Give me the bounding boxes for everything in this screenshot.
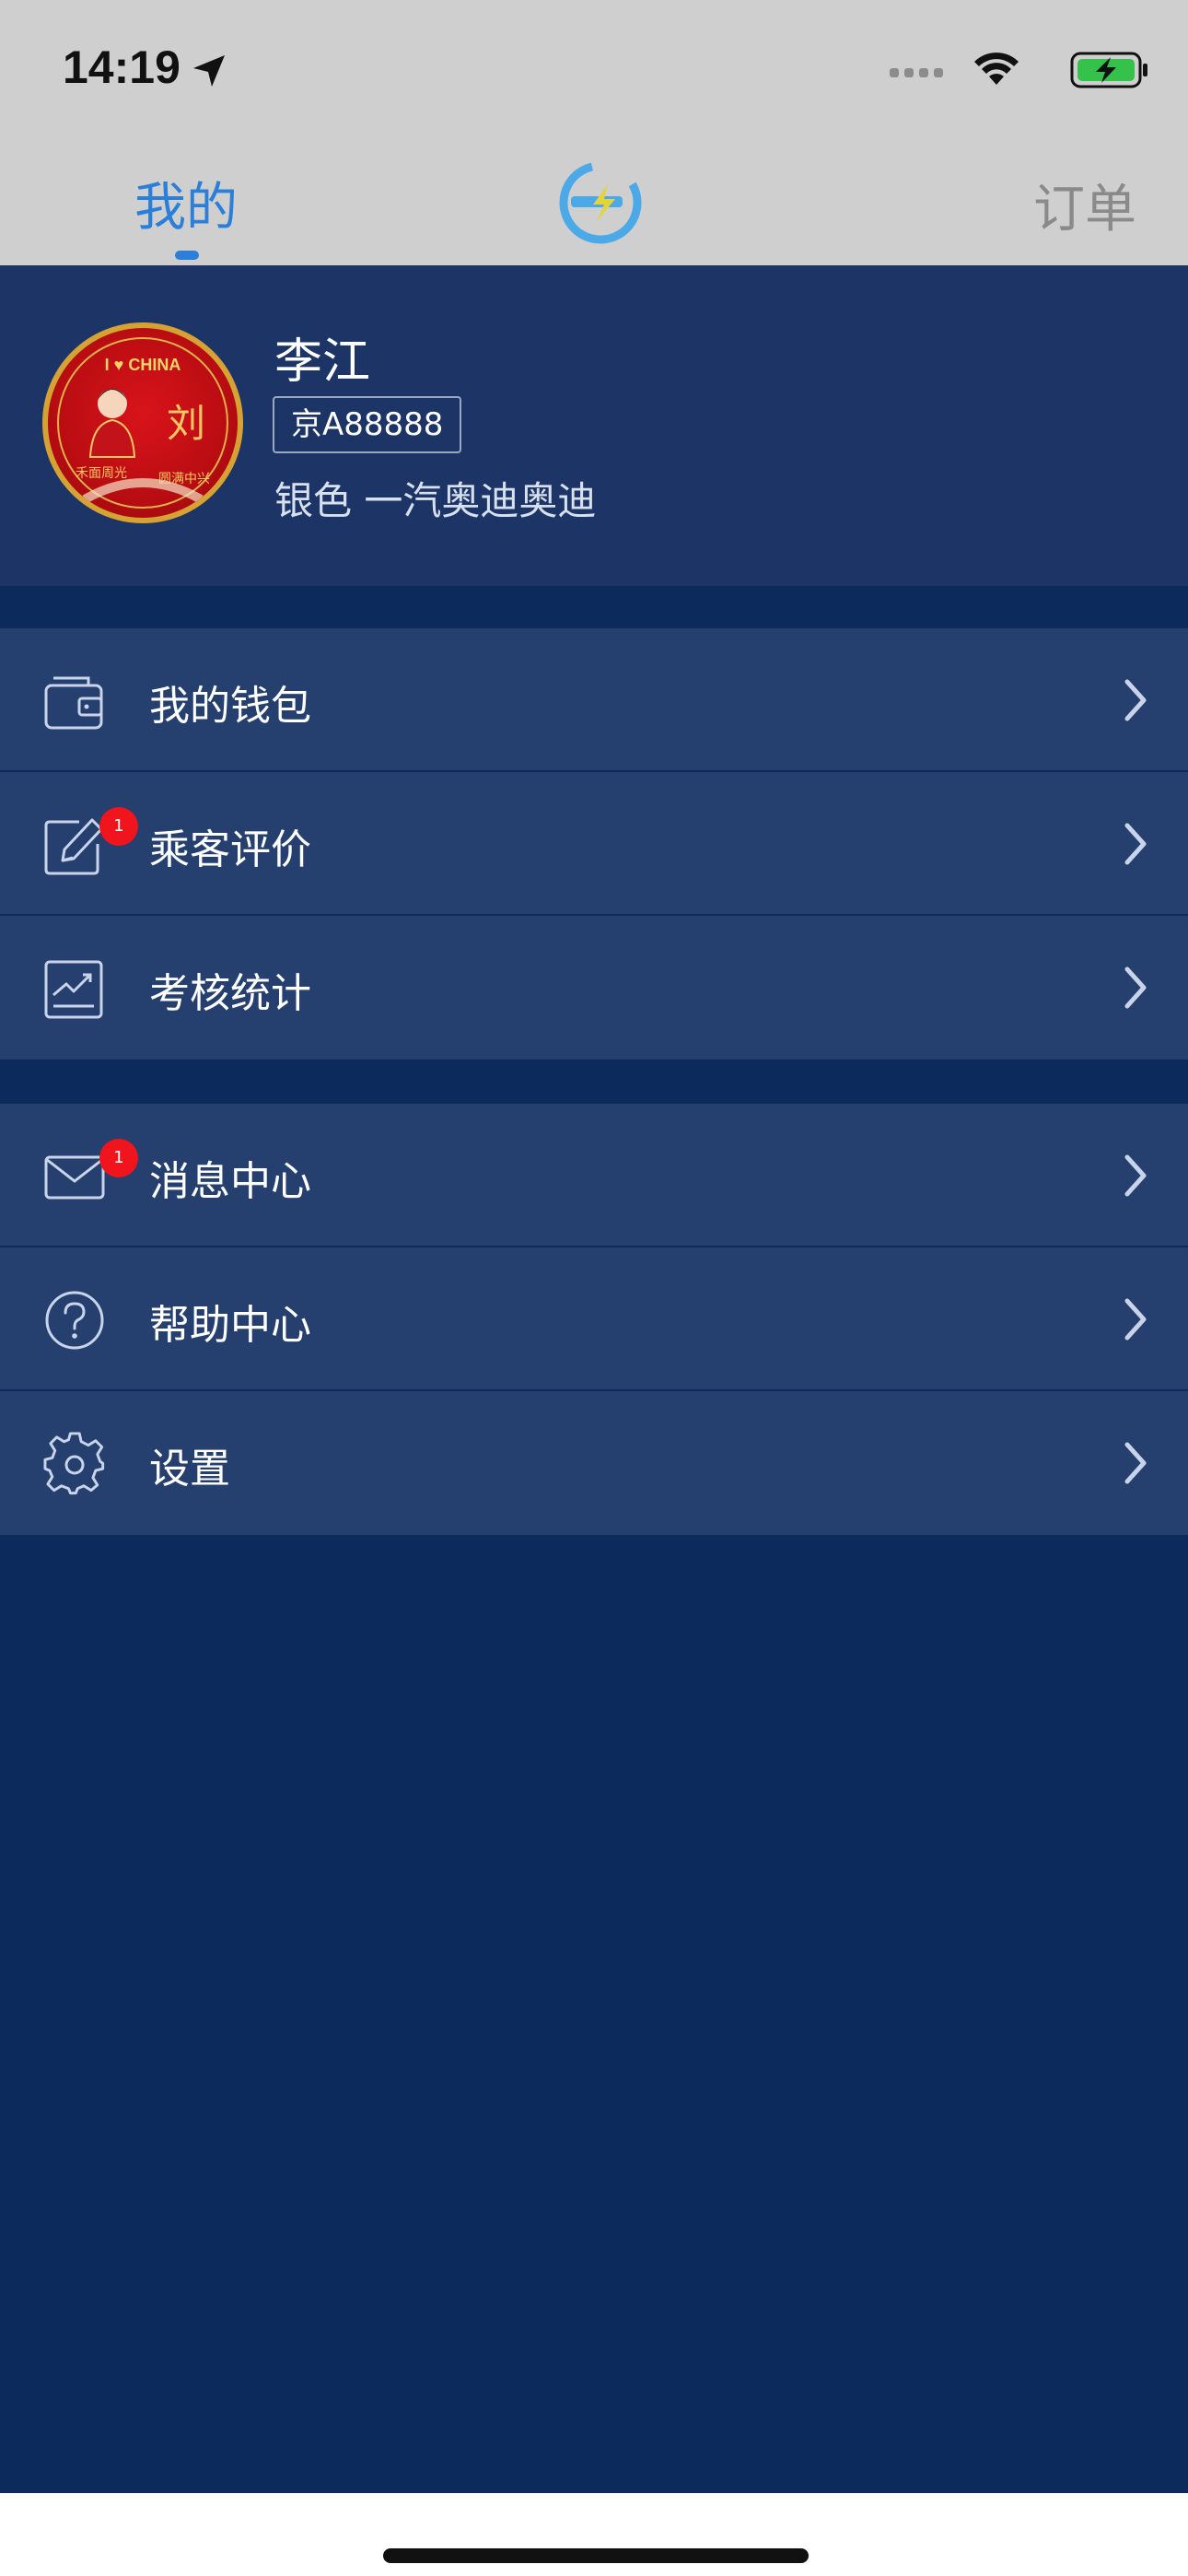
avatar-top-text: I ♥ CHINA [105,356,181,374]
home-indicator[interactable] [383,2548,809,2563]
avatar-image: I ♥ CHINA 刘 禾面周光 圆满中兴 [57,337,228,509]
wifi-icon [974,53,1019,85]
menu-group-primary: 我的钱包 1 乘客评价 考核统计 [0,628,1188,1060]
menu-item-assessment-stats[interactable]: 考核统计 [0,916,1188,1060]
tab-orders[interactable]: 订单 [1033,168,1136,242]
home-indicator-area [0,2493,1188,2576]
menu-item-settings[interactable]: 设置 [0,1391,1188,1535]
chevron-right-icon [1124,1442,1147,1484]
wallet-icon [44,676,103,730]
gear-icon [43,1432,105,1495]
tab-indicator [175,251,199,260]
signal-dots-icon [890,68,943,77]
avatar-left-text: 禾面周光 [76,466,127,481]
chevron-right-icon [1124,679,1147,721]
menu-item-message-center[interactable]: 1 消息中心 [0,1104,1188,1247]
chart-icon [44,960,103,1019]
status-bar: 14:19 [0,0,1188,138]
notification-badge: 1 [99,1139,138,1177]
chevron-right-icon [1124,966,1147,1009]
edit-icon [44,818,103,875]
menu-label: 帮助中心 [149,1302,311,1349]
license-plate-badge: 京A88888 [273,396,462,453]
battery-charging-icon [1070,52,1147,88]
menu-item-wallet[interactable]: 我的钱包 [0,628,1188,772]
chevron-right-icon [1124,1298,1147,1341]
menu-group-secondary: 1 消息中心 帮助中心 设置 [0,1104,1188,1535]
status-time: 14:19 [63,41,181,93]
menu-label: 我的钱包 [149,683,311,730]
menu-label: 乘客评价 [149,826,311,873]
notification-badge: 1 [99,807,138,846]
menu-label: 考核统计 [149,970,311,1017]
help-icon [45,1291,104,1350]
menu-label: 消息中心 [149,1158,311,1205]
mail-icon [44,1155,105,1200]
brand-logo [559,161,642,244]
avatar-char: 刘 [167,401,205,446]
driver-name: 李江 [274,334,371,390]
profile-header[interactable]: I ♥ CHINA 刘 禾面周光 圆满中兴 李江 京A88888 银色 一汽奥迪… [0,265,1188,586]
menu-item-help-center[interactable]: 帮助中心 [0,1247,1188,1391]
menu-item-passenger-reviews[interactable]: 1 乘客评价 [0,772,1188,916]
location-arrow-icon [193,55,225,87]
avatar[interactable]: I ♥ CHINA 刘 禾面周光 圆满中兴 [42,322,243,523]
top-nav: 我的 订单 [0,138,1188,265]
chevron-right-icon [1124,1154,1147,1197]
tab-mine[interactable]: 我的 [134,166,238,240]
menu-label: 设置 [149,1446,230,1493]
chevron-right-icon [1124,823,1147,865]
car-info: 银色 一汽奥迪奥迪 [274,478,597,523]
